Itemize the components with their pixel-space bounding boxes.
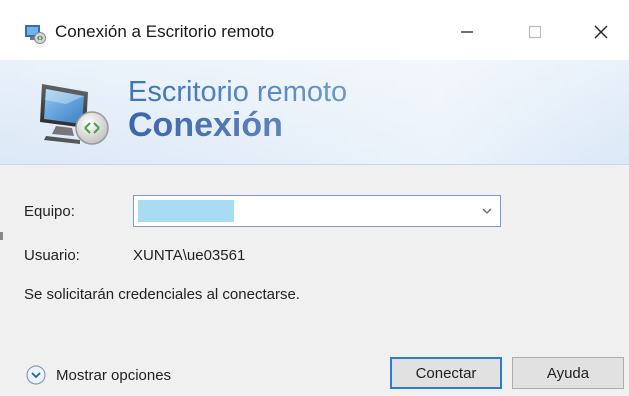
show-options-toggle[interactable]: Mostrar opciones <box>26 365 171 385</box>
show-options-label: Mostrar opciones <box>56 366 172 384</box>
banner-title-line1: Escritorio remoto <box>128 76 348 108</box>
banner-title-line2: Conexión <box>128 106 283 144</box>
close-icon[interactable] <box>578 14 624 50</box>
user-value: XUNTA\ue03561 <box>133 247 246 264</box>
minimize-icon[interactable] <box>444 14 490 50</box>
chevron-down-icon[interactable] <box>480 204 494 218</box>
header-banner: Escritorio remoto Conexión <box>0 60 629 165</box>
computer-selected-text <box>138 200 234 222</box>
maximize-icon[interactable] <box>512 14 558 50</box>
credentials-notice: Se solicitarán credenciales al conectars… <box>24 286 300 303</box>
help-button[interactable]: Ayuda <box>512 357 624 389</box>
computer-label: Equipo: <box>24 203 75 220</box>
user-label: Usuario: <box>24 247 80 264</box>
chevron-down-circle-icon[interactable] <box>26 365 46 385</box>
remote-desktop-app-icon <box>24 24 46 44</box>
computer-combobox[interactable] <box>133 195 501 227</box>
remote-desktop-logo-icon <box>36 78 116 150</box>
window-edge-marker <box>0 232 3 240</box>
title-bar: Conexión a Escritorio remoto <box>0 0 629 60</box>
window-title: Conexión a Escritorio remoto <box>55 22 275 41</box>
connect-button[interactable]: Conectar <box>390 357 502 389</box>
rdp-dialog: Conexión a Escritorio remoto Escritorio … <box>0 0 629 396</box>
